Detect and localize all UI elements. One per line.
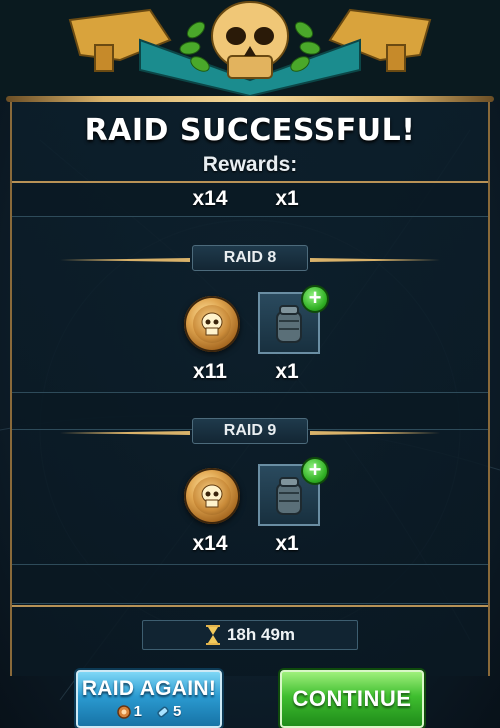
skull-coin-icon	[184, 296, 240, 352]
raid-8-label: RAID 8	[192, 245, 308, 271]
add-item-button[interactable]: +	[301, 457, 329, 485]
dialog-title: RAID SUCCESSFUL!	[84, 113, 416, 148]
energy-cell-count: 5	[173, 703, 182, 720]
energy-cell-cost: 5	[156, 703, 181, 720]
skull-emblem-header	[0, 0, 500, 100]
raid-ticket-icon	[116, 704, 131, 719]
total-rewards-band	[12, 181, 488, 217]
bottom-gold-rule	[12, 605, 488, 607]
raid-9-item-qty: x1	[275, 532, 299, 555]
bottom-band	[12, 564, 488, 604]
energy-cell-icon	[157, 706, 169, 717]
raid-ticket-count: 1	[133, 703, 142, 720]
raid-8-item-qty: x1	[275, 360, 299, 383]
hourglass-icon	[205, 625, 220, 645]
raid-9-coins-qty: x14	[192, 532, 228, 555]
cooldown-timer: 18h 49m	[142, 620, 358, 650]
rewards-heading: Rewards:	[202, 153, 298, 176]
raid-again-costs: 1 5	[78, 703, 220, 720]
raid-ticket-cost: 1	[116, 703, 142, 720]
continue-button[interactable]: CONTINUE	[280, 670, 424, 728]
raid-8-coins-qty: x11	[193, 360, 227, 383]
raid-9-label: RAID 9	[192, 418, 308, 444]
panel-gold-border	[6, 96, 494, 102]
raid-again-button[interactable]: RAID AGAIN! 1 5	[76, 670, 222, 728]
skull-coin-icon	[184, 468, 240, 524]
total-coins-qty: x14	[192, 187, 228, 210]
timer-value: 18h 49m	[226, 625, 296, 644]
add-item-button[interactable]: +	[301, 285, 329, 313]
raid-again-label: RAID AGAIN!	[81, 677, 217, 700]
total-item-qty: x1	[275, 187, 299, 210]
continue-label: CONTINUE	[292, 686, 412, 711]
